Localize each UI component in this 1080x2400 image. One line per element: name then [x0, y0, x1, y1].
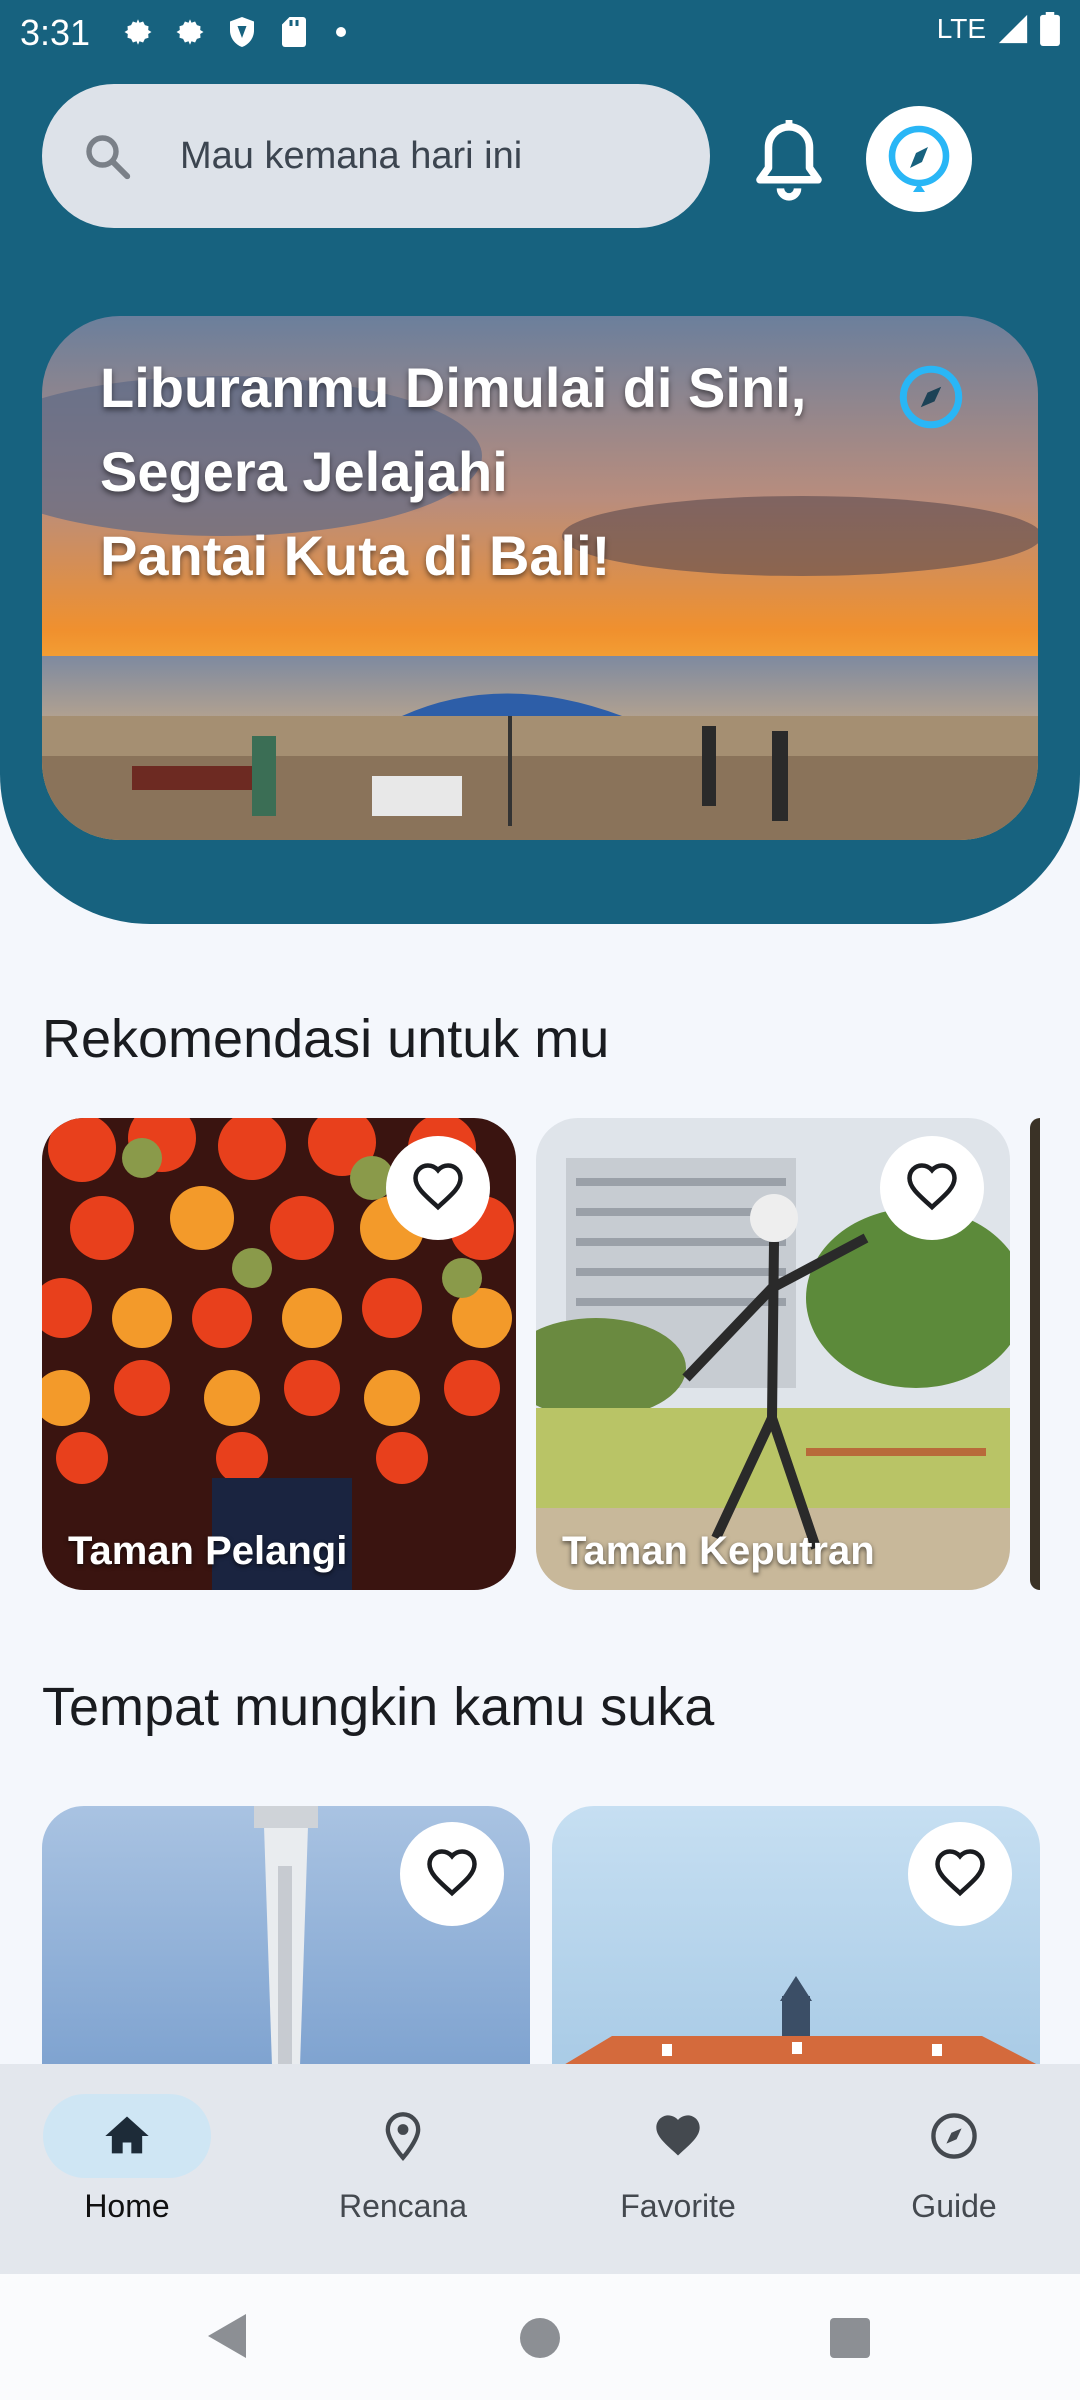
compass-icon: [888, 125, 950, 192]
nav-label: Favorite: [620, 2188, 736, 2224]
back-icon[interactable]: [204, 2310, 250, 2362]
nav-icon-wrap: [594, 2094, 762, 2178]
compass-icon: [931, 2113, 977, 2159]
heart-icon: [656, 2115, 700, 2156]
hero-title-line: Pantai Kuta di Bali!: [100, 524, 611, 587]
search-bar[interactable]: Mau kemana hari ini: [42, 84, 710, 228]
favorite-button[interactable]: [400, 1822, 504, 1926]
nav-item-guide[interactable]: Guide: [834, 2094, 1074, 2225]
compass-icon: [899, 365, 963, 429]
location-pin-icon: [385, 2112, 421, 2161]
nav-label: Home: [84, 2188, 170, 2224]
settings-icon: [124, 19, 152, 45]
hero-title: Liburanmu Dimulai di Sini, Segera Jelaja…: [100, 346, 806, 598]
hero-title-line: Segera Jelajahi: [100, 440, 508, 503]
favorite-button[interactable]: [880, 1136, 984, 1240]
home-circle-icon[interactable]: [520, 2318, 560, 2358]
nav-icon-wrap: [870, 2094, 1038, 2178]
bottom-navigation: Home Rencana Favorite Guide: [0, 2064, 1080, 2274]
search-placeholder: Mau kemana hari ini: [180, 134, 523, 177]
heart-outline-icon: [427, 1849, 477, 1897]
status-bar: 3:31 LTE: [0, 0, 1080, 62]
status-notification-icons: [120, 14, 346, 50]
nav-active-indicator: [43, 2094, 211, 2178]
place-name: Taman Keputran: [562, 1529, 875, 1573]
recents-square-icon[interactable]: [830, 2318, 870, 2358]
home-icon: [105, 2116, 149, 2154]
sd-card-icon: [282, 17, 306, 47]
suggestion-section-title: Tempat mungkin kamu suka: [42, 1677, 715, 1737]
nav-icon-wrap: [319, 2094, 487, 2178]
nav-item-rencana[interactable]: Rencana: [283, 2094, 523, 2225]
status-time: 3:31: [20, 12, 91, 53]
favorite-button[interactable]: [386, 1136, 490, 1240]
next-place-card-peek[interactable]: [1030, 1118, 1040, 1590]
place-card-large[interactable]: [552, 1806, 1040, 2066]
nav-label: Rencana: [338, 2188, 468, 2224]
heart-outline-icon: [935, 1849, 985, 1897]
heart-outline-icon: [413, 1163, 463, 1211]
search-icon: [86, 135, 131, 180]
system-navigation-bar: [0, 2274, 1080, 2400]
nav-item-home[interactable]: Home: [7, 2094, 247, 2225]
shield-icon: [230, 17, 254, 47]
place-card[interactable]: Taman Keputran: [536, 1118, 1010, 1590]
hero-title-line: Liburanmu Dimulai di Sini,: [100, 356, 807, 419]
location-compass-button[interactable]: [866, 106, 972, 212]
place-card[interactable]: Taman Pelangi: [42, 1118, 516, 1590]
heart-outline-icon: [907, 1163, 957, 1211]
nav-label: Guide: [911, 2188, 997, 2224]
notification-dot: [336, 27, 346, 37]
bell-icon[interactable]: [748, 116, 830, 206]
hero-banner[interactable]: Liburanmu Dimulai di Sini, Segera Jelaja…: [42, 316, 1038, 840]
network-type: LTE: [936, 13, 986, 44]
favorite-button[interactable]: [908, 1822, 1012, 1926]
battery-icon: [1040, 12, 1060, 46]
place-card-large[interactable]: [42, 1806, 530, 2066]
recommendation-section-title: Rekomendasi untuk mu: [42, 1009, 610, 1069]
place-name: Taman Pelangi: [68, 1529, 348, 1573]
settings-icon: [176, 19, 204, 45]
nav-item-favorite[interactable]: Favorite: [558, 2094, 798, 2225]
status-system-icons: LTE: [937, 12, 1060, 46]
signal-icon: [998, 14, 1028, 44]
